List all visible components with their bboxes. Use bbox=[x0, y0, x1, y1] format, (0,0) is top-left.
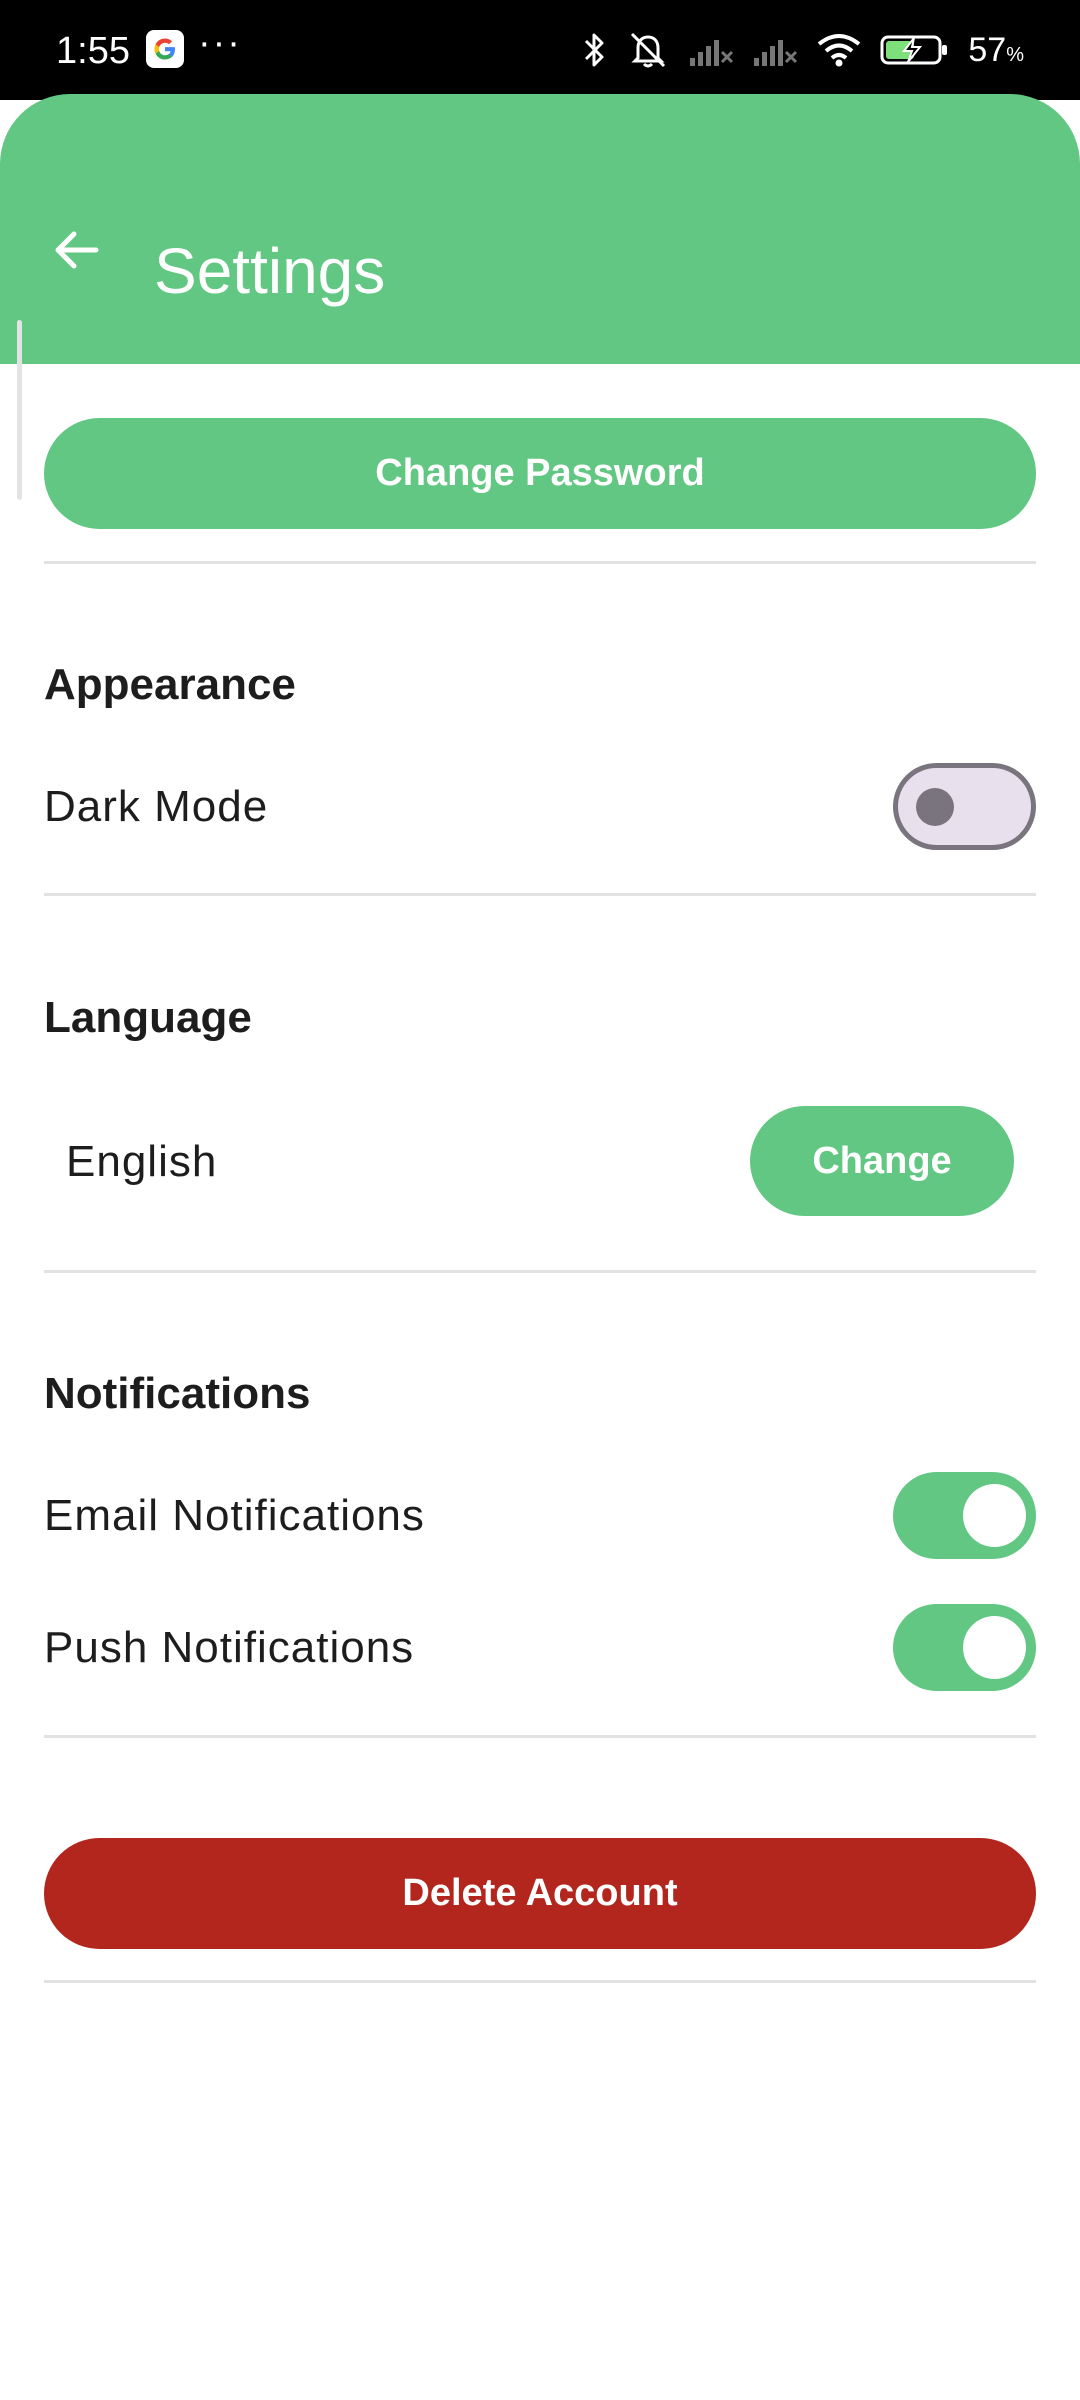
silent-icon bbox=[631, 32, 666, 68]
system-icons: 57% bbox=[580, 26, 1024, 74]
push-notifications-toggle[interactable] bbox=[893, 1604, 1036, 1691]
battery-percent: 57% bbox=[968, 30, 1024, 69]
scroll-indicator bbox=[17, 320, 22, 500]
bluetooth-icon bbox=[585, 33, 604, 67]
dark-mode-label: Dark Mode bbox=[44, 782, 269, 831]
status-time: 1:55 bbox=[56, 30, 130, 72]
change-password-button[interactable]: Change Password bbox=[44, 418, 1036, 529]
notifications-heading: Notifications bbox=[44, 1369, 311, 1418]
change-password-label: Change Password bbox=[375, 452, 705, 494]
divider bbox=[44, 1735, 1036, 1738]
battery-charging-icon bbox=[880, 35, 948, 65]
divider bbox=[44, 893, 1036, 896]
email-notifications-toggle[interactable] bbox=[893, 1472, 1036, 1559]
delete-account-button[interactable]: Delete Account bbox=[44, 1838, 1036, 1949]
push-notifications-label: Push Notifications bbox=[44, 1623, 415, 1672]
divider bbox=[44, 1980, 1036, 1983]
divider bbox=[44, 1270, 1036, 1273]
signal-icon bbox=[690, 40, 734, 66]
toggle-knob bbox=[963, 1616, 1026, 1679]
arrow-left-icon bbox=[55, 231, 99, 269]
status-bar: 1:55 ··· 57% bbox=[0, 0, 1080, 100]
toggle-knob bbox=[916, 788, 954, 826]
wifi-icon bbox=[818, 34, 861, 67]
back-button[interactable] bbox=[40, 214, 112, 286]
current-language: English bbox=[66, 1137, 218, 1186]
more-dots-icon: ··· bbox=[198, 22, 242, 64]
signal-icon bbox=[754, 40, 798, 66]
page-title: Settings bbox=[154, 235, 386, 307]
app-bar: Settings bbox=[0, 94, 1080, 364]
appearance-heading: Appearance bbox=[44, 660, 296, 709]
dark-mode-toggle[interactable] bbox=[893, 763, 1036, 850]
email-notifications-label: Email Notifications bbox=[44, 1491, 425, 1540]
change-language-label: Change bbox=[812, 1139, 952, 1182]
divider bbox=[44, 561, 1036, 564]
language-heading: Language bbox=[44, 993, 252, 1042]
google-icon bbox=[146, 30, 184, 68]
delete-account-label: Delete Account bbox=[402, 1872, 678, 1914]
toggle-knob bbox=[963, 1484, 1026, 1547]
change-language-button[interactable]: Change bbox=[750, 1106, 1014, 1216]
